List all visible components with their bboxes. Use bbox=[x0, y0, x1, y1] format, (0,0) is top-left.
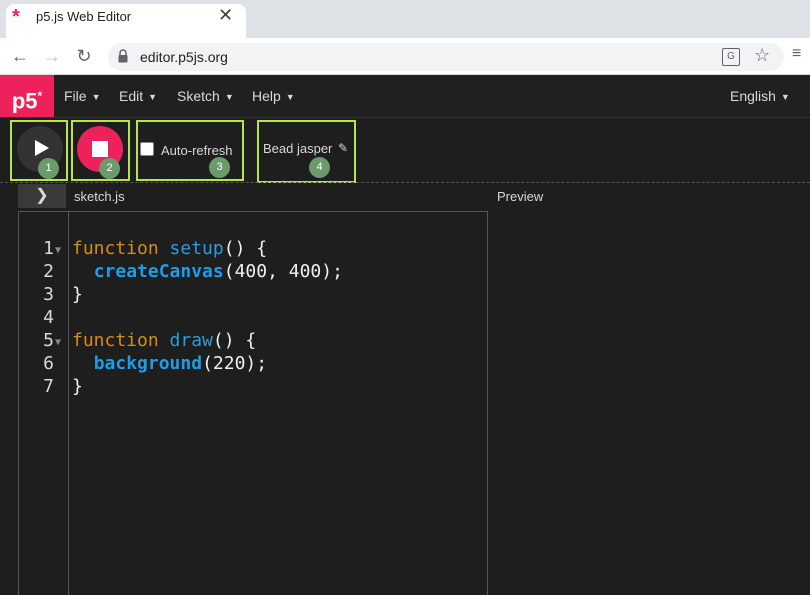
chevron-down-icon: ▼ bbox=[148, 92, 158, 103]
fold-triangle-icon[interactable]: ▼ bbox=[55, 331, 61, 354]
preview-label: Preview bbox=[497, 189, 544, 204]
star-icon[interactable]: ☆ bbox=[754, 45, 770, 66]
code-line[interactable]: 1 ▼ function setup() { bbox=[18, 237, 488, 260]
media-control-icon[interactable]: ≡ bbox=[792, 45, 801, 63]
line-number: 4 bbox=[43, 307, 54, 328]
line-number: 5 bbox=[43, 330, 54, 351]
file-name[interactable]: sketch.js bbox=[74, 189, 125, 204]
forward-arrow-icon[interactable]: → bbox=[42, 46, 62, 66]
line-number: 6 bbox=[43, 353, 54, 374]
tab-title: p5.js Web Editor bbox=[36, 9, 132, 24]
menu-file[interactable]: File ▼ bbox=[64, 88, 100, 104]
menu-help[interactable]: Help ▼ bbox=[252, 88, 295, 104]
code-line[interactable]: 7 } bbox=[18, 375, 488, 398]
chevron-down-icon: ▼ bbox=[224, 92, 234, 103]
url-text[interactable]: editor.p5js.org bbox=[140, 49, 228, 65]
p5-logo[interactable]: p5* bbox=[0, 75, 54, 117]
menu-sketch[interactable]: Sketch ▼ bbox=[177, 88, 234, 104]
code-line[interactable]: 2 createCanvas(400, 400); bbox=[18, 260, 488, 283]
code-line[interactable]: 5 ▼ function draw() { bbox=[18, 329, 488, 352]
translate-icon[interactable]: G bbox=[722, 48, 740, 66]
back-arrow-icon[interactable]: ← bbox=[10, 46, 30, 66]
highlight-frame bbox=[257, 120, 356, 183]
chevron-down-icon: ▼ bbox=[780, 92, 790, 103]
divider bbox=[0, 182, 810, 183]
language-select[interactable]: English ▼ bbox=[730, 88, 790, 104]
menu-edit[interactable]: Edit ▼ bbox=[119, 88, 157, 104]
chevron-down-icon: ▼ bbox=[285, 92, 295, 103]
fold-triangle-icon[interactable]: ▼ bbox=[55, 239, 61, 262]
step-badge: 1 bbox=[38, 158, 59, 179]
step-badge: 4 bbox=[309, 157, 330, 178]
line-number: 1 bbox=[43, 238, 54, 259]
step-badge: 2 bbox=[99, 158, 120, 179]
reload-icon[interactable]: ↻ bbox=[74, 46, 94, 66]
line-number: 3 bbox=[43, 284, 54, 305]
code-line[interactable]: 4 bbox=[18, 306, 488, 329]
close-icon[interactable]: ✕ bbox=[218, 6, 233, 24]
line-number: 7 bbox=[43, 376, 54, 397]
chevron-down-icon: ▼ bbox=[91, 92, 101, 103]
step-badge: 3 bbox=[209, 157, 230, 178]
lock-icon bbox=[118, 49, 128, 63]
p5-asterisk-icon: * bbox=[12, 6, 20, 28]
code-line[interactable]: 3 } bbox=[18, 283, 488, 306]
code-line[interactable]: 6 background(220); bbox=[18, 352, 488, 375]
chevron-right-icon[interactable]: ❯ bbox=[18, 184, 66, 208]
line-number: 2 bbox=[43, 261, 54, 282]
